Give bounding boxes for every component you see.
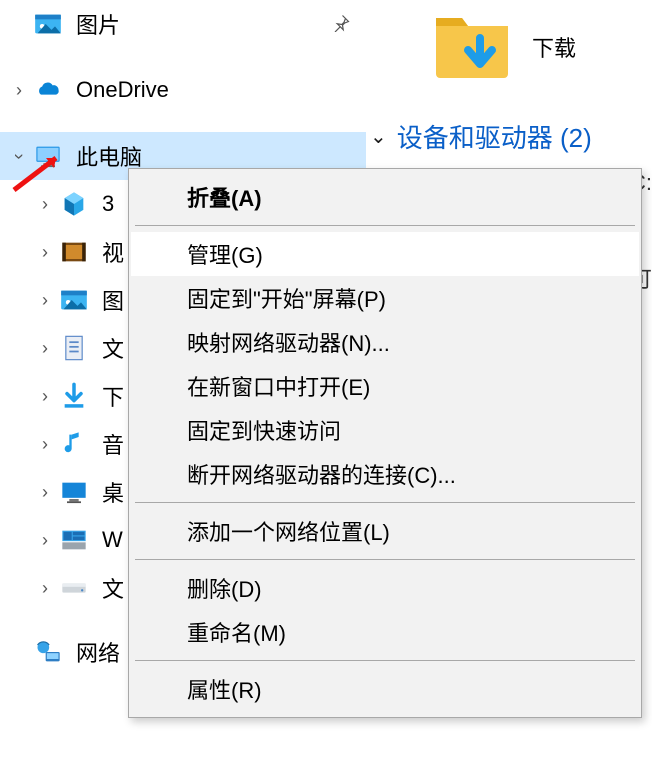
tree-item-pictures[interactable]: › 图片 [0,0,360,48]
onedrive-icon [34,76,62,104]
folder-download-icon [430,4,514,89]
menu-separator [135,660,635,661]
downloads-label: 下载 [532,31,576,63]
downloads-folder[interactable]: 下载 [430,4,576,89]
menu-rename[interactable]: 重命名(M) [131,610,639,654]
chevron-down-icon[interactable]: ⌄ [370,124,387,149]
chevron-right-icon[interactable]: › [32,386,58,407]
videos-icon [60,238,88,266]
chevron-right-icon[interactable]: › [6,80,32,101]
menu-open-new-window[interactable]: 在新窗口中打开(E) [131,364,639,408]
menu-pin-quick[interactable]: 固定到快速访问 [131,408,639,452]
menu-properties[interactable]: 属性(R) [131,667,639,711]
menu-pin-start[interactable]: 固定到"开始"屏幕(P) [131,276,639,320]
chevron-down-icon[interactable]: › [9,143,30,169]
tree-label: OneDrive [76,77,360,103]
desktop-icon [60,478,88,506]
pictures-icon [60,286,88,314]
menu-delete[interactable]: 删除(D) [131,566,639,610]
context-menu: 折叠(A) 管理(G) 固定到"开始"屏幕(P) 映射网络驱动器(N)... 在… [128,168,642,718]
devices-section-header[interactable]: ⌄ 设备和驱动器 (2) [370,118,592,155]
chevron-right-icon[interactable]: › [32,530,58,551]
this-pc-icon [34,142,62,170]
chevron: › [6,14,32,35]
chevron: › [6,642,32,663]
chevron-right-icon[interactable]: › [32,434,58,455]
pin-icon[interactable] [332,12,350,38]
chevron-right-icon[interactable]: › [32,578,58,599]
3d-icon [60,190,88,218]
chevron-right-icon[interactable]: › [32,290,58,311]
menu-separator [135,559,635,560]
section-label: 设备和驱动器 (2) [397,118,592,155]
menu-manage[interactable]: 管理(G) [131,232,639,276]
menu-separator [135,225,635,226]
chevron-right-icon[interactable]: › [32,242,58,263]
menu-separator [135,502,635,503]
download-icon [60,382,88,410]
chevron-right-icon[interactable]: › [32,194,58,215]
tree-label: 图片 [76,8,360,40]
music-icon [60,430,88,458]
menu-disconnect[interactable]: 断开网络驱动器的连接(C)... [131,452,639,496]
tree-item-onedrive[interactable]: › OneDrive [0,66,360,114]
menu-collapse[interactable]: 折叠(A) [131,175,639,219]
documents-icon [60,334,88,362]
network-icon [34,638,62,666]
chevron-right-icon[interactable]: › [32,338,58,359]
drive-icon [60,574,88,602]
chevron-right-icon[interactable]: › [32,482,58,503]
pictures-icon [34,10,62,38]
drive-icon [60,526,88,554]
menu-add-netloc[interactable]: 添加一个网络位置(L) [131,509,639,553]
menu-map-drive[interactable]: 映射网络驱动器(N)... [131,320,639,364]
